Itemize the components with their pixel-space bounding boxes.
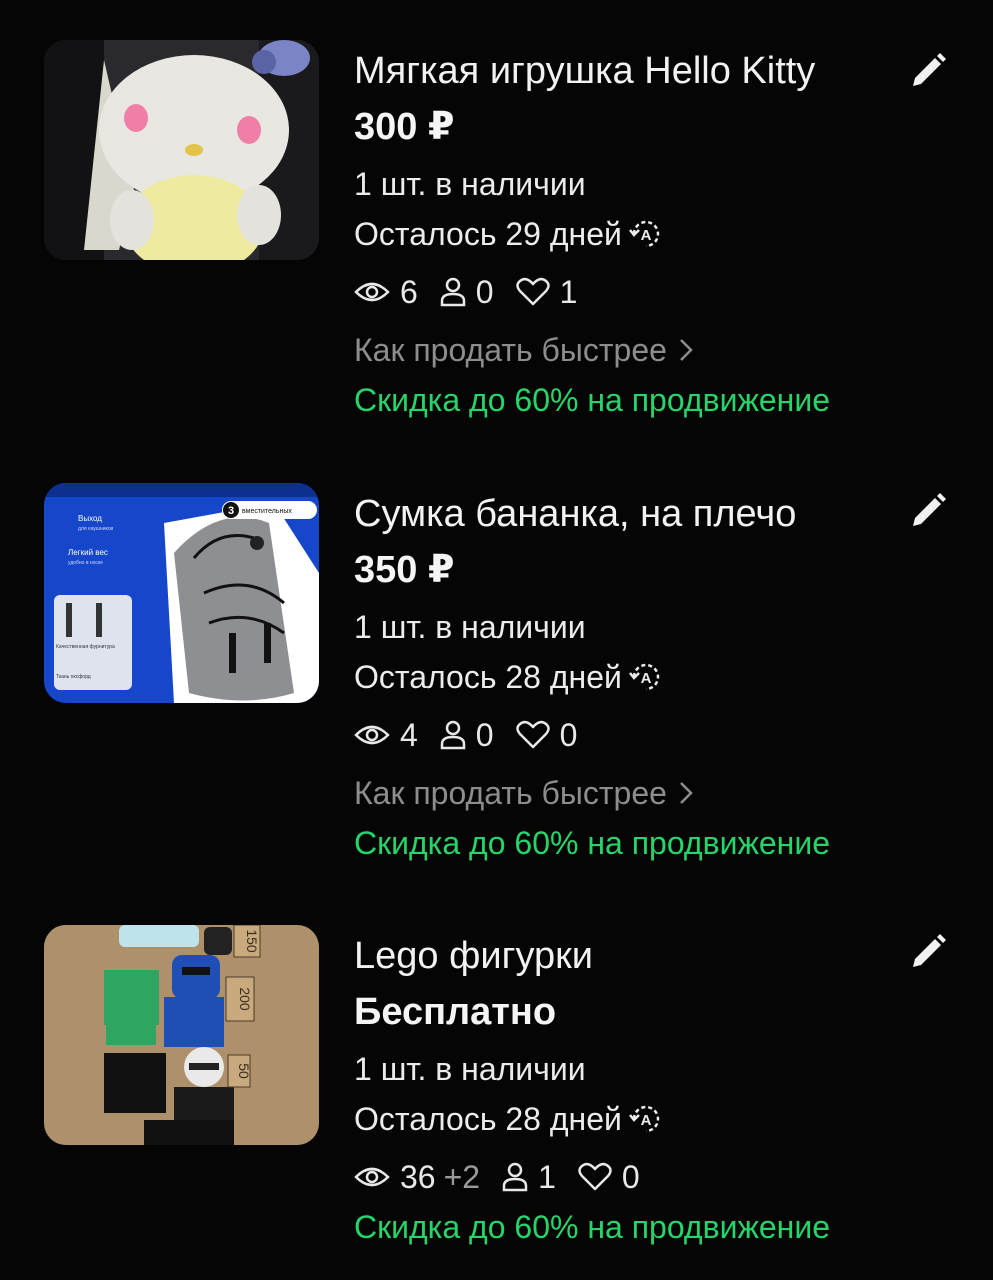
svg-text:A: A [640, 1112, 651, 1129]
views-stat: 36 +2 [354, 1157, 480, 1197]
thumb-light-sublabel: удобно в носке [68, 560, 103, 566]
days-left-text: Осталось 29 дней [354, 216, 622, 252]
favorites-count: 0 [621, 1159, 640, 1195]
edit-button[interactable] [909, 52, 947, 90]
listing-thumbnail[interactable]: 150 200 50 [44, 925, 319, 1145]
how-to-sell-link[interactable]: Как продать быстрее [354, 773, 953, 813]
person-icon [502, 1162, 528, 1192]
contacts-count: 0 [475, 274, 494, 310]
pencil-icon [913, 493, 946, 526]
edit-button[interactable] [909, 933, 947, 971]
listing-card[interactable]: Мягкая игрушка Hello Kitty 300 ₽ 1 шт. в… [0, 40, 993, 440]
promo-link[interactable]: Скидка до 60% на продвижение [354, 1207, 953, 1247]
svg-text:A: A [640, 670, 651, 687]
views-stat: 6 [354, 272, 418, 312]
views-stat: 4 [354, 715, 418, 755]
listing-days-left: Осталось 29 дней A [354, 214, 953, 254]
favorites-count: 1 [559, 274, 578, 310]
svg-text:A: A [640, 227, 651, 244]
person-icon [440, 277, 466, 307]
listing-days-left: Осталось 28 дней A [354, 1099, 953, 1139]
thumb-exit-sublabel: для наушников [78, 526, 114, 532]
chevron-right-icon [680, 782, 693, 804]
views-count: 6 [400, 274, 418, 310]
heart-icon [515, 277, 550, 306]
pencil-icon [913, 53, 946, 86]
contacts-count: 0 [475, 717, 494, 753]
compartments-caption: вместительных [242, 508, 292, 515]
views-count: 4 [400, 717, 418, 753]
promo-link[interactable]: Скидка до 60% на продвижение [354, 823, 953, 863]
eye-icon [354, 1167, 390, 1187]
pencil-icon [913, 934, 946, 967]
listing-stats: 36 +2 1 0 [354, 1157, 953, 1197]
listing-price: Бесплатно [354, 991, 557, 1033]
listing-days-left: Осталось 28 дней A [354, 657, 953, 697]
thumb-price-tag-3: 50 [236, 1063, 252, 1079]
eye-icon [354, 725, 390, 745]
eye-icon [354, 282, 390, 302]
listing-price: 300 ₽ [354, 106, 455, 148]
listing-stats: 4 0 0 [354, 715, 953, 755]
heart-icon [515, 720, 550, 749]
edit-button[interactable] [909, 492, 947, 530]
how-to-sell-link[interactable]: Как продать быстрее [354, 330, 953, 370]
hello-kitty-plush-photo-icon [44, 40, 319, 260]
listing-title[interactable]: Мягкая игрушка Hello Kitty [354, 48, 953, 94]
chevron-right-icon [680, 339, 693, 361]
listing-title[interactable]: Lego фигурки [354, 933, 953, 979]
contacts-stat: 0 [440, 272, 494, 312]
sling-bag-photo-icon: 3 вместительных Выход для наушников Легк… [44, 483, 319, 703]
person-icon [440, 720, 466, 750]
compartments-number: 3 [228, 505, 234, 517]
thumb-price-tag-2: 200 [237, 987, 253, 1011]
auto-renew-icon: A [628, 220, 660, 248]
listing-stock: 1 шт. в наличии [354, 1051, 586, 1087]
thumb-exit-label: Выход [78, 514, 102, 523]
days-left-text: Осталось 28 дней [354, 1101, 622, 1137]
listing-thumbnail[interactable] [44, 40, 319, 260]
listing-title[interactable]: Сумка бананка, на плечо [354, 491, 953, 537]
auto-renew-icon: A [628, 663, 660, 691]
views-count: 36 [400, 1159, 436, 1195]
listing-card[interactable]: 3 вместительных Выход для наушников Легк… [0, 483, 993, 883]
listing-stock: 1 шт. в наличии [354, 166, 586, 202]
views-new-count: +2 [443, 1159, 481, 1195]
thumb-fabric-label: Ткань оксфорд [56, 674, 91, 680]
auto-renew-icon: A [628, 1105, 660, 1133]
how-to-sell-label: Как продать быстрее [354, 332, 667, 368]
contacts-stat: 0 [440, 715, 494, 755]
listing-stock: 1 шт. в наличии [354, 609, 586, 645]
contacts-stat: 1 [502, 1157, 556, 1197]
favorites-stat: 0 [515, 715, 578, 755]
listing-thumbnail[interactable]: 3 вместительных Выход для наушников Легк… [44, 483, 319, 703]
how-to-sell-label: Как продать быстрее [354, 775, 667, 811]
days-left-text: Осталось 28 дней [354, 659, 622, 695]
thumb-quality-label: Качественная фурнитура [56, 644, 115, 650]
favorites-stat: 0 [578, 1157, 640, 1197]
listing-stats: 6 0 1 [354, 272, 953, 312]
heart-icon [578, 1162, 612, 1191]
thumb-price-tag-1: 150 [244, 929, 260, 953]
lego-figures-photo-icon: 150 200 50 [44, 925, 319, 1145]
promo-link[interactable]: Скидка до 60% на продвижение [354, 380, 953, 420]
favorites-count: 0 [559, 717, 578, 753]
thumb-light-label: Легкий вес [68, 548, 108, 557]
contacts-count: 1 [538, 1159, 556, 1195]
listing-price: 350 ₽ [354, 549, 455, 591]
listing-card[interactable]: 150 200 50 Lego фигурки Бесплатно 1 шт. … [0, 925, 993, 1265]
favorites-stat: 1 [515, 272, 578, 312]
